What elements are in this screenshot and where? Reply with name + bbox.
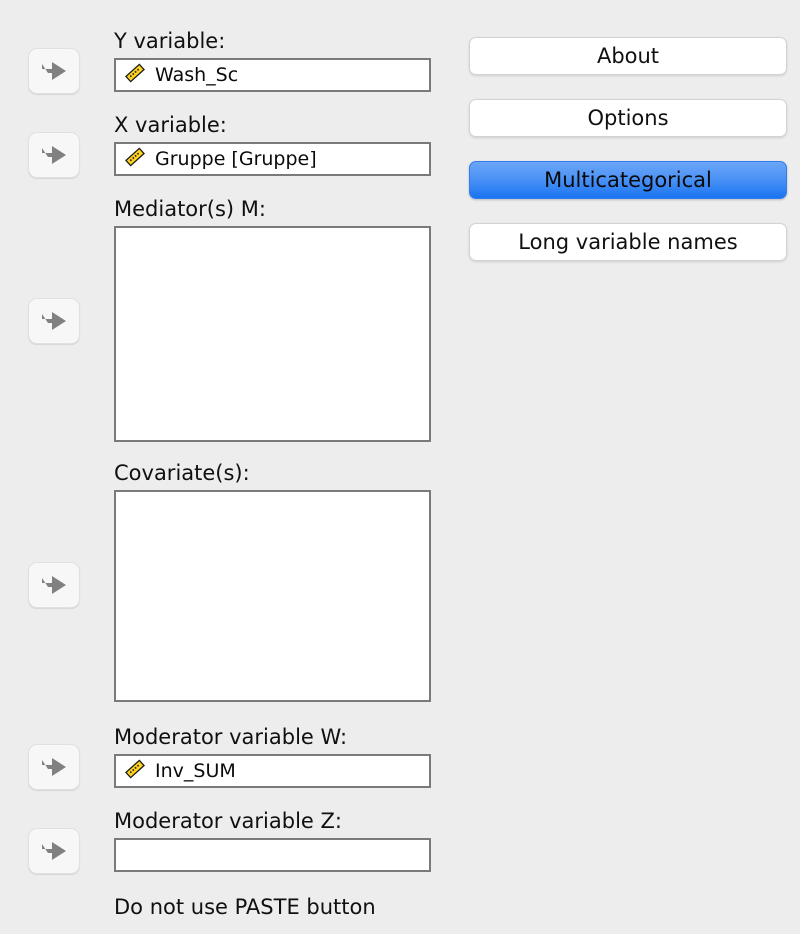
moderator-z-label: Moderator variable Z: [114,809,342,833]
paste-warning-note: Do not use PASTE button [114,895,376,919]
x-variable-label: X variable: [114,113,227,137]
ruler-scale-icon [124,758,146,784]
push-right-arrow-icon [39,59,69,83]
push-right-arrow-icon [39,309,69,333]
x-variable-field[interactable]: Gruppe [Gruppe] [114,142,431,176]
mediators-list-field[interactable] [114,226,431,442]
y-variable-label: Y variable: [114,29,226,53]
options-button[interactable]: Options [469,99,787,137]
push-right-arrow-icon [39,573,69,597]
move-to-moderator-w-button[interactable] [28,744,80,790]
moderator-z-field[interactable] [114,838,431,872]
multicategorical-button[interactable]: Multicategorical [469,161,787,199]
mediators-label: Mediator(s) M: [114,197,266,221]
move-to-moderator-z-button[interactable] [28,828,80,874]
ruler-scale-icon [124,146,146,172]
move-to-mediators-button[interactable] [28,298,80,344]
moderator-w-field[interactable]: Inv_SUM [114,754,431,788]
moderator-w-label: Moderator variable W: [114,725,348,749]
push-right-arrow-icon [39,143,69,167]
long-variable-names-button[interactable]: Long variable names [469,223,787,261]
move-to-covariates-button[interactable] [28,562,80,608]
ruler-scale-icon [124,62,146,88]
push-right-arrow-icon [39,839,69,863]
y-variable-value: Wash_Sc [155,64,239,86]
covariates-label: Covariate(s): [114,461,250,485]
push-right-arrow-icon [39,755,69,779]
y-variable-field[interactable]: Wash_Sc [114,58,431,92]
covariates-list-field[interactable] [114,490,431,702]
process-macro-dialog: Y variable: Wash_Sc X variable: Gruppe [… [0,0,800,934]
move-to-y-variable-button[interactable] [28,48,80,94]
about-button[interactable]: About [469,37,787,75]
move-to-x-variable-button[interactable] [28,132,80,178]
moderator-w-value: Inv_SUM [155,760,236,782]
x-variable-value: Gruppe [Gruppe] [155,148,317,170]
